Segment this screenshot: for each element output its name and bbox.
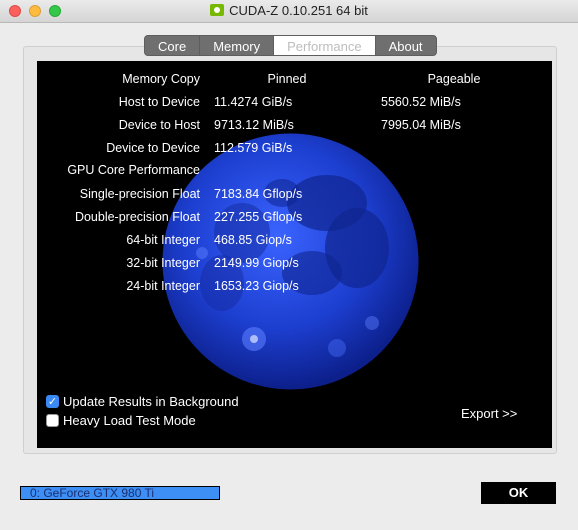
checkmark-icon: ✓ bbox=[46, 395, 59, 408]
tab-about[interactable]: About bbox=[374, 35, 437, 56]
device-to-host-label: Device to Host bbox=[118, 118, 200, 132]
device-to-host-pinned-value: 9713.12 MiB/s bbox=[214, 118, 294, 132]
tab-memory[interactable]: Memory bbox=[199, 35, 275, 56]
single-precision-float-label: Single-precision Float bbox=[79, 187, 200, 201]
device-to-device-label: Device to Device bbox=[106, 141, 200, 155]
32-bit-integer-value: 2149.99 Giop/s bbox=[214, 256, 299, 270]
performance-panel: Memory Copy Pinned Pageable Host to Devi… bbox=[37, 61, 552, 448]
double-precision-float-value: 227.255 Gflop/s bbox=[214, 210, 303, 224]
title-bar[interactable]: CUDA-Z 0.10.251 64 bit bbox=[0, 0, 578, 23]
double-precision-float-label: Double-precision Float bbox=[74, 210, 200, 224]
heavy-load-test-mode-label: Heavy Load Test Mode bbox=[63, 413, 196, 428]
window-title-area: CUDA-Z 0.10.251 64 bit bbox=[0, 3, 578, 18]
64-bit-integer-value: 468.85 Giop/s bbox=[214, 233, 292, 247]
tab-bar: Core Memory Performance About bbox=[144, 35, 437, 56]
export-button[interactable]: Export >> bbox=[461, 406, 517, 421]
memory-copy-heading: Memory Copy bbox=[122, 72, 200, 86]
single-precision-float-value: 7183.84 Gflop/s bbox=[214, 187, 303, 201]
host-to-device-pinned-value: 11.4274 GiB/s bbox=[214, 95, 293, 109]
host-to-device-label: Host to Device bbox=[118, 95, 200, 109]
ok-button[interactable]: OK bbox=[481, 482, 556, 504]
pageable-column-header: Pageable bbox=[427, 72, 481, 86]
host-to-device-pageable-value: 5560.52 MiB/s bbox=[381, 95, 461, 109]
64-bit-integer-label: 64-bit Integer bbox=[126, 233, 200, 247]
pinned-column-header: Pinned bbox=[267, 72, 307, 86]
heavy-load-test-mode-checkbox[interactable]: Heavy Load Test Mode bbox=[46, 413, 196, 428]
unchecked-box-icon bbox=[46, 414, 59, 427]
update-results-background-label: Update Results in Background bbox=[63, 394, 239, 409]
device-select[interactable]: 0: GeForce GTX 980 Ti bbox=[20, 486, 220, 500]
gpu-core-performance-heading: GPU Core Performance bbox=[67, 163, 200, 177]
tab-performance[interactable]: Performance bbox=[273, 35, 376, 56]
tab-core[interactable]: Core bbox=[144, 35, 201, 56]
update-results-background-checkbox[interactable]: ✓ Update Results in Background bbox=[46, 394, 239, 409]
32-bit-integer-label: 32-bit Integer bbox=[126, 256, 200, 270]
device-to-host-pageable-value: 7995.04 MiB/s bbox=[381, 118, 461, 132]
24-bit-integer-value: 1653.23 Giop/s bbox=[214, 279, 299, 293]
window-title: CUDA-Z 0.10.251 64 bit bbox=[229, 3, 368, 18]
24-bit-integer-label: 24-bit Integer bbox=[126, 279, 200, 293]
cuda-z-app-icon bbox=[210, 4, 225, 16]
device-to-device-pinned-value: 112.579 GiB/s bbox=[214, 141, 293, 155]
